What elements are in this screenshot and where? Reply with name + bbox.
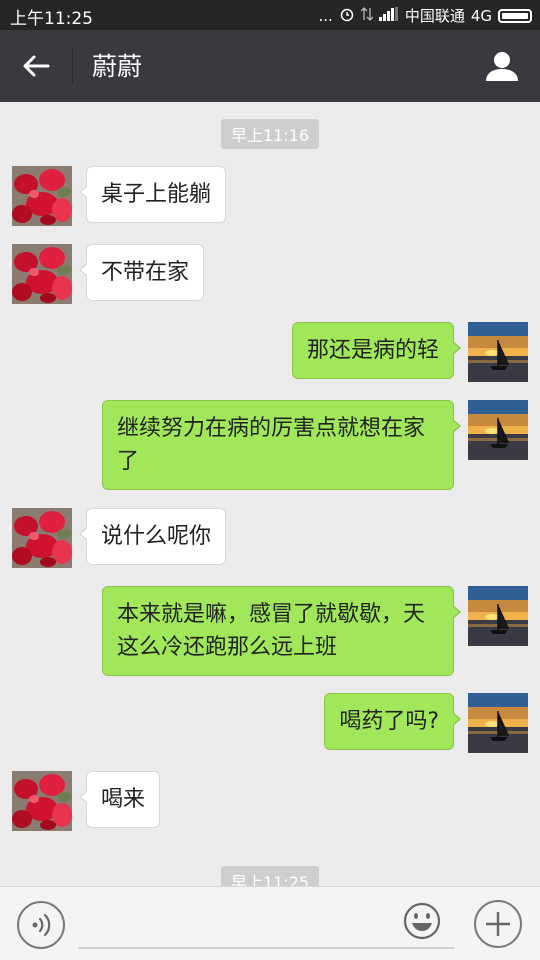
- status-dots: ...: [318, 6, 333, 25]
- my-avatar[interactable]: [468, 586, 528, 646]
- network-type: 4G: [470, 6, 492, 25]
- my-avatar[interactable]: [468, 400, 528, 460]
- data-arrows-icon: [360, 6, 374, 26]
- emoji-button[interactable]: [402, 901, 442, 941]
- my-avatar[interactable]: [468, 693, 528, 753]
- battery-icon: [498, 8, 532, 23]
- my-avatar[interactable]: [468, 322, 528, 382]
- contact-avatar[interactable]: [12, 166, 72, 226]
- input-bar: [0, 886, 540, 960]
- message-input[interactable]: [78, 907, 454, 949]
- voice-icon: [32, 913, 51, 937]
- back-arrow-icon: [23, 55, 50, 77]
- received-message[interactable]: 桌子上能躺: [78, 166, 227, 223]
- timestamp: 早上11:16: [0, 119, 540, 149]
- carrier-name: 中国联通: [404, 7, 465, 25]
- sent-message[interactable]: 本来就是嘛，感冒了就歇歇，天这么冷还跑那么远上班: [102, 586, 461, 676]
- back-button[interactable]: [14, 48, 58, 84]
- contact-avatar[interactable]: [12, 244, 72, 304]
- chat-title: 蔚蔚: [92, 52, 143, 81]
- sent-message[interactable]: 那还是病的轻: [291, 322, 462, 379]
- received-message[interactable]: 不带在家: [78, 244, 205, 301]
- sent-message[interactable]: 继续努力在病的厉害点就想在家了: [102, 400, 461, 490]
- chat-header: 蔚蔚: [0, 30, 540, 102]
- voice-button[interactable]: [17, 901, 65, 949]
- contact-avatar[interactable]: [12, 508, 72, 568]
- sent-message[interactable]: 喝药了吗?: [324, 693, 461, 750]
- received-message[interactable]: 说什么呢你: [78, 508, 227, 565]
- alarm-icon: [339, 6, 355, 26]
- received-message[interactable]: 喝来: [78, 771, 161, 828]
- profile-button[interactable]: [482, 46, 522, 86]
- person-icon: [486, 52, 518, 81]
- status-time: 上午11:25: [10, 9, 93, 29]
- timestamp-label: 早上11:16: [220, 119, 320, 149]
- status-bar: 上午11:25 ... 中国联通 4G: [0, 0, 540, 30]
- emoji-icon: [403, 902, 441, 940]
- plus-icon: [486, 912, 510, 936]
- status-icons: ... 中国联通 4G: [318, 5, 532, 26]
- more-functions-button[interactable]: [474, 900, 522, 948]
- contact-avatar[interactable]: [12, 771, 72, 831]
- header-divider: [72, 48, 73, 84]
- signal-icon: [378, 6, 399, 25]
